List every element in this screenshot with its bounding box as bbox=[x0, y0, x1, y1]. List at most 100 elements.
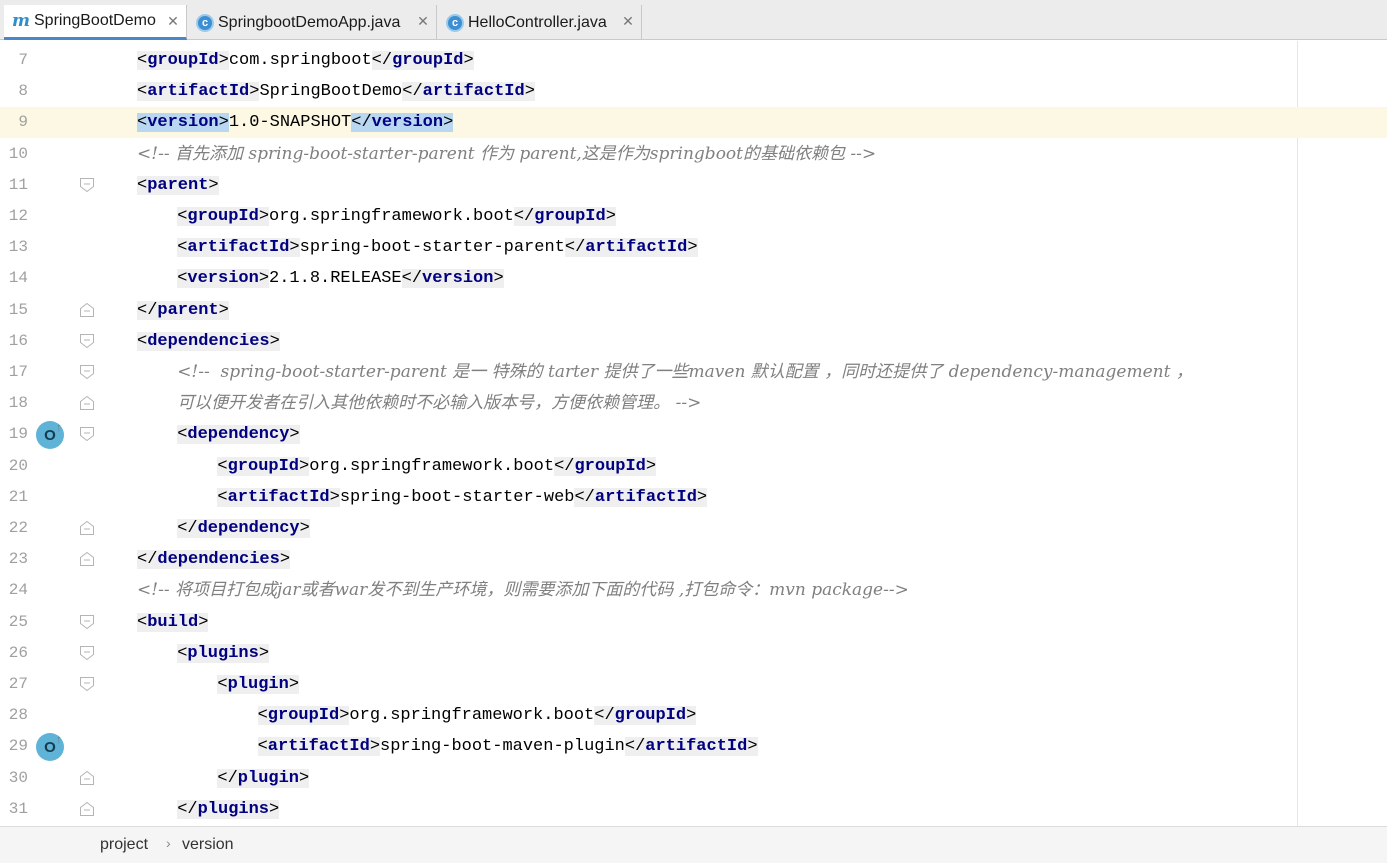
code-line[interactable]: 27 <plugin> bbox=[0, 669, 1387, 700]
tab-hellocontroller[interactable]: c HelloController.java ✕ bbox=[438, 5, 642, 40]
tag-bracket: > bbox=[258, 207, 270, 226]
code-text: <!-- 将项目打包成jar或者war发不到生产环境，则需要添加下面的代码 ,打… bbox=[137, 575, 909, 606]
code-line[interactable]: 9 <version>1.0-SNAPSHOT</version> bbox=[0, 107, 1387, 139]
tag-value: 2.1.8.RELEASE bbox=[269, 269, 402, 289]
tag-name: artifactId bbox=[227, 487, 330, 507]
close-icon[interactable]: ✕ bbox=[416, 13, 430, 30]
code-text: <build> bbox=[137, 607, 209, 638]
tag-name: version bbox=[187, 269, 259, 289]
xml-comment: <!-- spring-boot-starter-parent 是一 特殊的 t… bbox=[177, 362, 1193, 382]
fold-collapse-icon[interactable] bbox=[79, 645, 95, 661]
code-line[interactable]: 10 <!-- 首先添加 spring-boot-starter-parent 作… bbox=[0, 139, 1387, 170]
tag-bracket: > bbox=[645, 456, 657, 476]
line-number: 15 bbox=[8, 300, 28, 319]
code-editor[interactable]: 7 <groupId>com.springboot</groupId> 8 <arti… bbox=[0, 41, 1387, 826]
code-line[interactable]: 7 <groupId>com.springboot</groupId> bbox=[0, 45, 1387, 76]
tag-bracket: </ bbox=[554, 456, 575, 476]
code-text: <artifactId>spring-boot-starter-web</art… bbox=[217, 482, 708, 513]
tag-bracket: > bbox=[289, 238, 300, 258]
code-line[interactable]: 28 <groupId>org.springframework.boot</gro… bbox=[0, 700, 1387, 731]
line-number: 7 bbox=[18, 51, 28, 69]
fold-collapse-icon[interactable] bbox=[79, 177, 95, 193]
tab-springbootdemo[interactable]: m SpringBootDemo ✕ bbox=[4, 5, 187, 40]
fold-end-icon[interactable] bbox=[79, 302, 95, 318]
code-line[interactable]: 25 <build> bbox=[0, 607, 1387, 638]
code-line[interactable]: 29 O ↑ <artifactId>spring-boot-maven-plugin… bbox=[0, 731, 1387, 762]
line-number: 21 bbox=[8, 487, 28, 506]
tag-bracket: </ bbox=[177, 799, 198, 819]
tag-bracket: > bbox=[747, 737, 758, 757]
tag-name: dependencies bbox=[147, 331, 270, 351]
fold-end-icon[interactable] bbox=[79, 551, 95, 567]
code-text: <parent> bbox=[137, 170, 219, 201]
tag-name: dependency bbox=[187, 425, 290, 445]
code-line[interactable]: 16 <dependencies> bbox=[0, 326, 1387, 357]
line-number: 25 bbox=[8, 612, 28, 631]
tab-label: SpringBootDemo bbox=[34, 12, 156, 29]
tag-value: org.springframework.boot bbox=[349, 706, 595, 726]
tag-bracket: > bbox=[443, 113, 454, 133]
tag-bracket: < bbox=[137, 175, 148, 195]
fold-end-icon[interactable] bbox=[79, 770, 95, 786]
close-icon[interactable]: ✕ bbox=[621, 13, 635, 30]
tag-bracket: > bbox=[687, 238, 698, 258]
fold-collapse-icon[interactable] bbox=[79, 676, 95, 692]
fold-collapse-icon[interactable] bbox=[79, 614, 95, 630]
override-o-up-icon[interactable]: O ↑ bbox=[36, 420, 64, 450]
tag-bracket: < bbox=[177, 207, 188, 226]
tag-bracket: > bbox=[696, 487, 708, 507]
fold-end-icon[interactable] bbox=[79, 520, 95, 536]
code-line[interactable]: 17 <!-- spring-boot-starter-parent 是一 特殊的… bbox=[0, 357, 1387, 388]
tag-bracket: > bbox=[208, 175, 219, 195]
override-o-up-icon[interactable]: O ↑ bbox=[36, 732, 64, 762]
tag-name: artifactId bbox=[585, 238, 688, 258]
code-line[interactable]: 22 </dependency> bbox=[0, 513, 1387, 544]
tag-bracket: < bbox=[137, 82, 148, 102]
tag-name: build bbox=[147, 612, 199, 632]
fold-collapse-icon[interactable] bbox=[79, 333, 95, 349]
code-line[interactable]: 15 </parent> bbox=[0, 295, 1387, 326]
tag-bracket: < bbox=[217, 456, 228, 476]
tag-bracket: > bbox=[288, 675, 300, 694]
code-text: <groupId>org.springframework.boot</group… bbox=[257, 700, 697, 731]
tag-bracket: < bbox=[137, 612, 148, 632]
tab-springbootdemoapp[interactable]: c SpringbootDemoApp.java ✕ bbox=[188, 5, 437, 40]
fold-end-icon[interactable] bbox=[79, 801, 95, 817]
code-line[interactable]: 13 <artifactId>spring-boot-starter-parent… bbox=[0, 232, 1387, 263]
tag-name: plugins bbox=[187, 643, 259, 663]
code-line[interactable]: 30 </plugin> bbox=[0, 763, 1387, 794]
code-line[interactable]: 8 <artifactId>SpringBootDemo</artifactId> bbox=[0, 76, 1387, 107]
fold-collapse-icon[interactable] bbox=[79, 364, 95, 380]
close-icon[interactable]: ✕ bbox=[166, 13, 180, 30]
line-number: 27 bbox=[8, 675, 28, 693]
code-line[interactable]: 11 <parent> bbox=[0, 170, 1387, 201]
fold-end-icon[interactable] bbox=[79, 395, 95, 411]
code-line[interactable]: 26 <plugins> bbox=[0, 638, 1387, 669]
code-line[interactable]: 14 <version>2.1.8.RELEASE</version> bbox=[0, 263, 1387, 294]
breadcrumb-item-project[interactable]: project bbox=[100, 836, 148, 854]
code-line[interactable]: 18 可以便开发者在引入其他依赖时不必输入版本号，方便依赖管理。 --> bbox=[0, 388, 1387, 419]
tag-bracket: > bbox=[299, 519, 310, 538]
tag-name: groupId bbox=[227, 456, 300, 476]
line-number: 26 bbox=[8, 643, 28, 662]
tag-name: artifactId bbox=[147, 82, 250, 102]
code-line[interactable]: 12 <groupId>org.springframework.boot</gro… bbox=[0, 201, 1387, 232]
code-line[interactable]: 31 </plugins> bbox=[0, 794, 1387, 825]
tag-bracket: </ bbox=[371, 51, 393, 70]
code-line[interactable]: 24 <!-- 将项目打包成jar或者war发不到生产环境，则需要添加下面的代码 … bbox=[0, 575, 1387, 606]
tag-bracket: < bbox=[177, 269, 188, 289]
code-text: </dependencies> bbox=[137, 544, 291, 575]
code-line[interactable]: 23 </dependencies> bbox=[0, 544, 1387, 575]
line-number: 28 bbox=[8, 706, 28, 725]
code-line[interactable]: 20 <groupId>org.springframework.boot</gro… bbox=[0, 451, 1387, 482]
breadcrumb-item-version[interactable]: version bbox=[182, 836, 234, 854]
chevron-right-icon: › bbox=[166, 835, 171, 851]
line-number: 23 bbox=[8, 550, 28, 569]
tag-bracket: > bbox=[218, 113, 229, 133]
code-line[interactable]: 21 <artifactId>spring-boot-starter-web</a… bbox=[0, 482, 1387, 513]
code-line[interactable]: 19 O ↑ <dependency> bbox=[0, 419, 1387, 450]
tag-bracket: < bbox=[257, 706, 268, 726]
tag-bracket: </ bbox=[402, 82, 423, 102]
tag-bracket: </ bbox=[513, 207, 535, 226]
fold-collapse-icon[interactable] bbox=[79, 426, 95, 442]
